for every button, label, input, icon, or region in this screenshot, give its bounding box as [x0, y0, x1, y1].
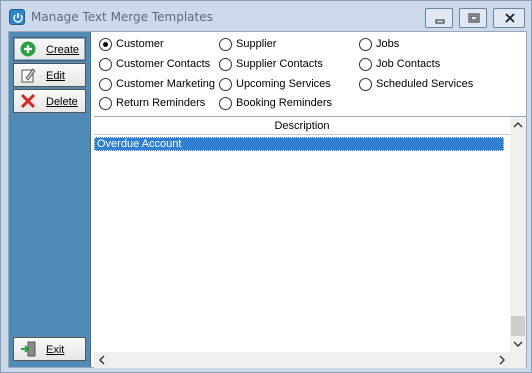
table-row[interactable]: Overdue Account	[94, 137, 504, 151]
radio-dot	[219, 96, 232, 110]
exit-label: Exit	[46, 344, 65, 356]
radio-customer-contacts[interactable]: Customer Contacts	[99, 56, 210, 72]
delete-button[interactable]: Delete	[13, 89, 86, 113]
radio-dot	[99, 37, 112, 51]
radio-dot	[99, 96, 112, 110]
radio-dot	[219, 77, 232, 91]
radio-dot	[359, 77, 372, 91]
radio-label: Booking Reminders	[236, 97, 332, 109]
radio-label: Supplier	[236, 38, 277, 50]
radio-jobs[interactable]: Jobs	[359, 36, 399, 52]
radio-booking-reminders[interactable]: Booking Reminders	[219, 95, 332, 111]
radio-label: Return Reminders	[116, 97, 206, 109]
radio-dot	[359, 37, 372, 51]
radio-customer[interactable]: Customer	[99, 36, 164, 52]
scroll-right-icon[interactable]	[494, 352, 510, 368]
scroll-down-icon[interactable]	[510, 336, 526, 352]
title-bar[interactable]: Manage Text Merge Templates	[1, 1, 531, 31]
action-sidebar: Create Edit Delete Exit	[9, 32, 91, 367]
close-button[interactable]	[493, 8, 525, 28]
radio-upcoming-services[interactable]: Upcoming Services	[219, 76, 331, 92]
minimize-icon	[435, 19, 445, 24]
edit-label: Edit	[46, 70, 65, 82]
radio-dot	[359, 57, 372, 71]
radio-label: Scheduled Services	[376, 78, 474, 90]
radio-dot	[99, 77, 112, 91]
column-header-description[interactable]: Description	[94, 117, 510, 135]
radio-dot	[99, 57, 112, 71]
radio-label: Customer	[116, 38, 164, 50]
scroll-corner	[510, 352, 526, 368]
minimize-button[interactable]	[425, 8, 453, 28]
template-type-radio-group: Customer Supplier Jobs Customer Contacts…	[93, 32, 526, 114]
radio-dot	[219, 37, 232, 51]
scroll-left-icon[interactable]	[94, 352, 110, 368]
templates-grid: Description Overdue Account	[94, 116, 526, 368]
restore-icon	[468, 13, 480, 23]
scroll-up-icon[interactable]	[510, 117, 526, 133]
radio-customer-marketing[interactable]: Customer Marketing	[99, 76, 215, 92]
radio-return-reminders[interactable]: Return Reminders	[99, 95, 205, 111]
close-icon	[505, 13, 515, 23]
red-x-icon	[20, 93, 36, 109]
radio-label: Upcoming Services	[236, 78, 331, 90]
radio-label: Supplier Contacts	[236, 58, 323, 70]
radio-dot	[219, 57, 232, 71]
radio-job-contacts[interactable]: Job Contacts	[359, 56, 440, 72]
radio-scheduled-services[interactable]: Scheduled Services	[359, 76, 473, 92]
exit-door-icon	[21, 341, 36, 357]
radio-label: Customer Contacts	[116, 58, 211, 70]
window-title: Manage Text Merge Templates	[31, 10, 213, 24]
radio-label: Jobs	[376, 38, 400, 50]
plus-circle-icon	[20, 41, 36, 57]
client-area: Create Edit Delete Exit Customer Supplie…	[8, 31, 527, 368]
create-button[interactable]: Create	[13, 37, 86, 61]
radio-label: Job Contacts	[376, 58, 441, 70]
edit-button[interactable]: Edit	[13, 63, 86, 87]
radio-label: Customer Marketing	[116, 78, 216, 90]
pencil-paper-icon	[21, 68, 36, 83]
vertical-scroll-thumb[interactable]	[511, 316, 525, 336]
delete-label: Delete	[46, 96, 78, 108]
manage-templates-window: Manage Text Merge Templates Create Edit …	[0, 0, 532, 373]
create-label: Create	[46, 44, 80, 56]
horizontal-scrollbar[interactable]	[94, 352, 510, 368]
app-power-icon	[9, 9, 25, 25]
exit-button[interactable]: Exit	[13, 337, 86, 361]
radio-supplier-contacts[interactable]: Supplier Contacts	[219, 56, 323, 72]
vertical-scrollbar[interactable]	[510, 117, 526, 352]
maximize-button[interactable]	[459, 8, 487, 28]
radio-supplier[interactable]: Supplier	[219, 36, 276, 52]
